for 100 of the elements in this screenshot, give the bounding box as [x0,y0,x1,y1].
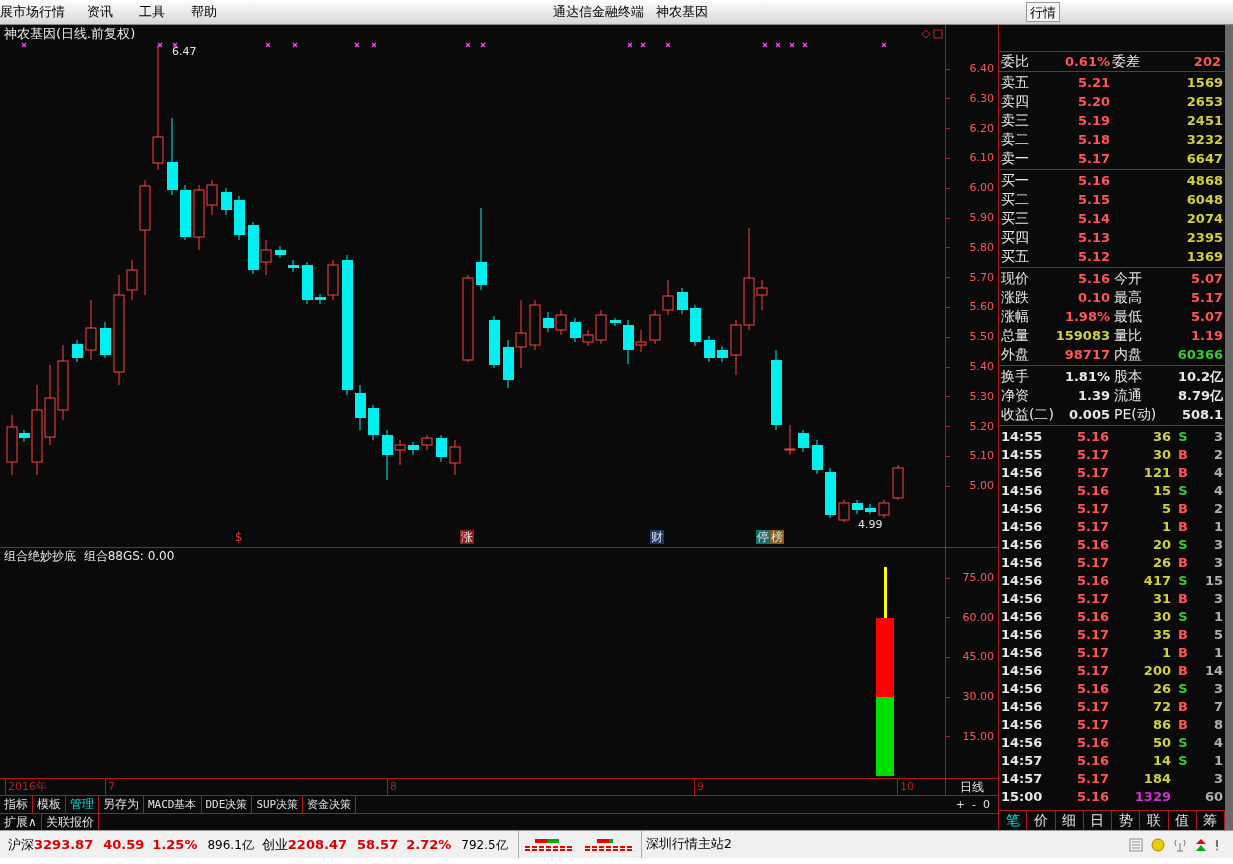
trade-time: 14:56 [1001,464,1044,483]
quote-label: 涨跌 [1001,288,1029,307]
index-percent: 1.25% [152,835,198,854]
index-change: 40.59 [103,835,145,854]
order-price: 5.19 [1076,111,1111,130]
trade-volume: 50 [1151,734,1171,753]
trade-volume: 184 [1142,770,1171,789]
antenna-icon[interactable] [1173,837,1187,852]
price-axis-label: 5.40 [969,360,994,374]
event-tag[interactable]: 停 [756,530,770,544]
event-tag[interactable]: 榜 [770,530,784,544]
menu-item[interactable]: 展市场行情 [0,2,87,22]
formula-tab[interactable]: 指标 [0,796,33,813]
formula-tab[interactable]: SUP决策 [252,796,304,813]
trade-count: 1 [1212,644,1223,663]
trade-count: 14 [1203,662,1223,681]
order-volume: 1369 [1185,247,1223,266]
formula-tab[interactable]: MACD基本 [144,796,202,813]
event-tag[interactable]: $ [234,530,244,544]
order-price: 5.21 [1076,73,1111,92]
price-axis-label: 5.50 [969,330,994,345]
order-level-label: 买一 [1001,171,1030,190]
formula-tab[interactable]: 管理 [66,796,99,813]
diamond-icon [921,29,931,39]
trade-price: 5.16 [1075,608,1109,627]
formula-tab[interactable]: 另存为 [99,796,144,813]
order-volume: 1569 [1185,73,1223,92]
document-icon[interactable] [1129,837,1143,852]
zoom-control[interactable]: 0 [983,796,990,813]
coin-icon[interactable] [1151,837,1165,852]
index-percent: 2.72% [406,835,452,854]
quote-label: 内盘 [1114,345,1142,364]
quote-label: 涨幅 [1001,307,1029,326]
quote-label: 外盘 [1001,345,1029,364]
quote-value: 5.07 [1190,307,1223,326]
zoom-control[interactable]: + [955,796,965,813]
menu-item[interactable]: 资讯 [87,2,139,22]
trade-time: 14:56 [1001,644,1044,663]
trade-side: S [1178,537,1188,553]
quote-button[interactable]: 行情 [1026,2,1060,22]
trade-count: 5 [1212,626,1223,645]
trade-volume: 1 [1160,518,1171,537]
order-price: 5.14 [1076,209,1111,228]
trade-side: S [1178,735,1188,751]
order-level-label: 卖五 [1001,73,1030,92]
quote-value: 5.17 [1190,288,1223,307]
trade-side: S [1178,681,1188,697]
menu-item[interactable]: 工具 [139,2,191,22]
exclamation-icon[interactable] [1215,838,1219,851]
event-tag[interactable]: 财 [650,530,664,544]
trade-time: 14:56 [1001,500,1044,519]
index-name: 沪深 [8,835,34,854]
order-volume: 2074 [1185,209,1223,228]
square-icon [933,29,943,39]
quote-value: 5.07 [1190,269,1223,288]
quote-label: 净资 [1001,386,1029,405]
quote-label: 总量 [1001,326,1029,345]
trade-price: 5.17 [1075,446,1109,465]
trade-side: B [1178,717,1188,733]
quote-label: 流通 [1114,386,1142,405]
trade-count: 15 [1203,572,1223,591]
trade-volume: 121 [1142,464,1171,483]
trade-side: S [1178,429,1188,445]
trade-price: 5.17 [1075,662,1109,681]
trade-count: 4 [1212,734,1223,753]
index-turnover: 792.5亿 [461,836,508,854]
trade-count: 60 [1203,788,1223,807]
date-axis-label: 2016年 [5,779,47,795]
trade-price: 5.17 [1075,644,1109,663]
trade-count: 2 [1212,446,1223,465]
trade-price: 5.16 [1075,734,1109,753]
zoom-control[interactable]: - [972,796,976,813]
event-tag[interactable]: 涨 [460,530,474,544]
formula-tab[interactable]: 资金决策 [303,796,357,813]
trade-side: B [1178,519,1188,535]
trade-volume: 26 [1151,554,1171,573]
quote-label: 今开 [1114,269,1142,288]
trade-time: 14:56 [1001,536,1044,555]
quote-value: 1.98% [1064,307,1110,326]
trade-volume: 1329 [1133,788,1171,807]
trade-volume: 72 [1151,698,1171,717]
date-axis-label: 7 [105,779,115,795]
order-volume: 6647 [1185,149,1223,168]
formula-tab[interactable]: 模板 [33,796,66,813]
trade-price: 5.16 [1075,428,1109,447]
formula-tab[interactable]: DDE决策 [201,796,253,813]
order-price: 5.16 [1076,171,1111,190]
price-axis-label: 6.10 [969,151,994,166]
quote-label: 股本 [1114,367,1142,386]
quote-label: 最高 [1114,288,1142,307]
indicator-axis-label: 45.00 [962,650,994,665]
trade-price: 5.17 [1075,464,1109,483]
menu-item[interactable]: 帮助 [191,2,243,22]
trade-side: B [1178,591,1188,607]
trade-price: 5.16 [1075,572,1109,591]
trade-price: 5.17 [1075,698,1109,717]
date-axis-label: 8 [387,779,397,795]
trade-count: 8 [1212,716,1223,735]
up-down-arrows-icon[interactable] [1195,837,1207,852]
trade-count: 3 [1212,590,1223,609]
